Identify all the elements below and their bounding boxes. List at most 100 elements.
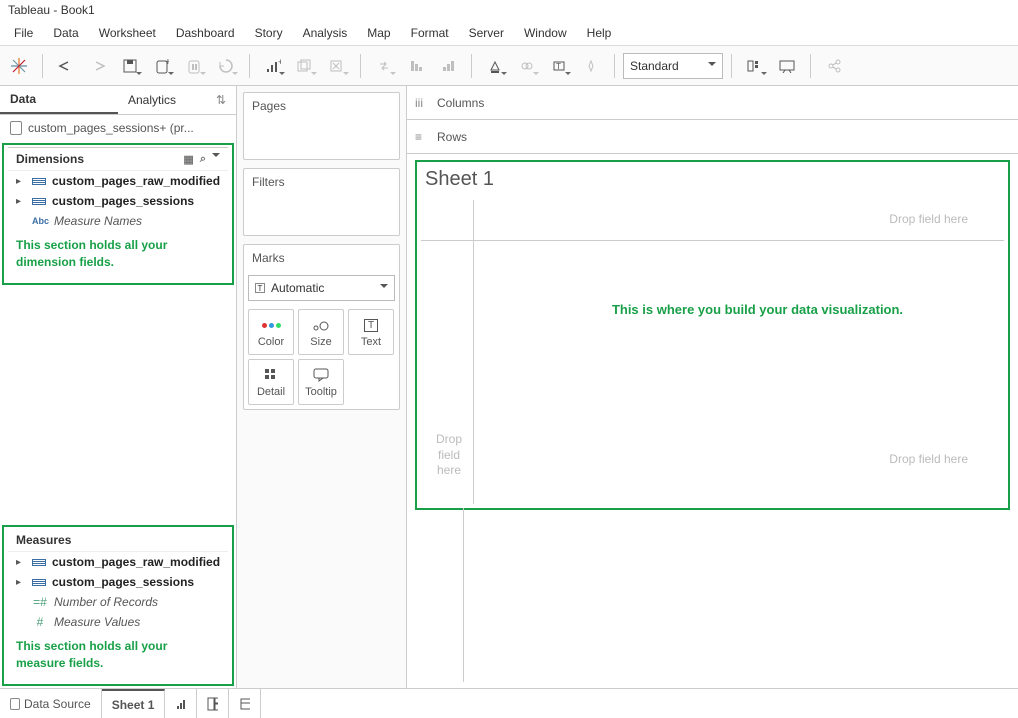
svg-text:+: + <box>165 58 169 68</box>
duplicate-button[interactable] <box>290 51 320 81</box>
rows-shelf[interactable]: ≡ Rows <box>407 120 1018 154</box>
mark-label: Text <box>361 336 381 348</box>
text-icon: T <box>364 316 378 334</box>
expand-icon: ▸ <box>16 577 26 588</box>
mark-tooltip-button[interactable]: Tooltip <box>298 359 344 405</box>
sort-asc-button[interactable] <box>401 51 431 81</box>
filters-card[interactable]: Filters <box>243 168 400 236</box>
sheet-title[interactable]: Sheet 1 <box>425 168 494 191</box>
svg-text:T: T <box>556 62 561 71</box>
field-label: custom_pages_raw_modified <box>52 555 220 569</box>
calc-hash-icon: =# <box>32 595 48 609</box>
dimensions-heading: Dimensions <box>16 152 84 166</box>
datasource-item[interactable]: custom_pages_sessions+ (pr... <box>0 115 236 141</box>
search-icon[interactable]: ⌕ <box>200 153 206 166</box>
measure-field[interactable]: ▸ custom_pages_raw_modified <box>8 552 228 572</box>
show-labels-button[interactable]: T <box>544 51 574 81</box>
refresh-button[interactable] <box>211 51 241 81</box>
share-button[interactable] <box>819 51 849 81</box>
menu-help[interactable]: Help <box>577 22 622 45</box>
measure-field[interactable]: =# Number of Records <box>8 592 228 612</box>
drop-hint-main: Drop field here <box>889 452 968 466</box>
pause-auto-updates-button[interactable] <box>179 51 209 81</box>
table-icon <box>32 198 46 204</box>
undo-button[interactable] <box>51 51 81 81</box>
dimension-field[interactable]: Abc Measure Names <box>8 211 228 231</box>
mark-label: Tooltip <box>305 386 337 398</box>
swap-icon: ⇅ <box>216 93 226 107</box>
chevron-down-icon <box>708 62 716 70</box>
save-button[interactable] <box>115 51 145 81</box>
clear-button[interactable] <box>322 51 352 81</box>
fit-select[interactable]: Standard <box>623 53 723 79</box>
sheet-tabs-bar: Data Source Sheet 1 + + + <box>0 688 1018 718</box>
field-label: custom_pages_sessions <box>52 194 194 208</box>
view-pane: iii Columns ≡ Rows Sheet 1 Drop field he… <box>407 86 1018 688</box>
menu-data[interactable]: Data <box>43 22 88 45</box>
menu-map[interactable]: Map <box>357 22 400 45</box>
viz-canvas[interactable]: Sheet 1 Drop field here Drop field here … <box>415 160 1010 510</box>
marks-type-select[interactable]: TAutomatic <box>248 275 395 301</box>
color-icon <box>261 316 282 334</box>
pages-card[interactable]: Pages <box>243 92 400 160</box>
sheet-tab[interactable]: Sheet 1 <box>102 689 166 718</box>
swap-button[interactable] <box>369 51 399 81</box>
menu-server[interactable]: Server <box>459 22 514 45</box>
fit-select-value: Standard <box>630 59 679 73</box>
marks-card: Marks TAutomatic Color Size T Text Detail… <box>243 244 400 410</box>
tab-analytics[interactable]: Analytics ⇅ <box>118 86 236 114</box>
measures-heading: Measures <box>16 533 71 547</box>
chevron-down-icon <box>380 284 388 292</box>
marks-title: Marks <box>244 245 399 271</box>
tab-data[interactable]: Data <box>0 86 118 114</box>
new-worksheet-tab-button[interactable]: + <box>165 689 197 718</box>
new-worksheet-button[interactable]: + <box>258 51 288 81</box>
new-dashboard-tab-button[interactable]: + <box>197 689 229 718</box>
new-datasource-button[interactable]: + <box>147 51 177 81</box>
field-label: custom_pages_sessions <box>52 575 194 589</box>
viz-annotation: This is where you build your data visual… <box>547 302 968 317</box>
measures-section: Measures ▸ custom_pages_raw_modified ▸ c… <box>2 525 234 686</box>
data-source-tab[interactable]: Data Source <box>0 689 102 718</box>
table-icon <box>32 559 46 565</box>
dimensions-section: Dimensions ▦ ⌕ ▸ custom_pages_raw_modifi… <box>2 143 234 285</box>
menu-window[interactable]: Window <box>514 22 577 45</box>
menu-caret-icon[interactable] <box>212 153 220 161</box>
mark-label: Detail <box>257 386 285 398</box>
dimension-field[interactable]: ▸ custom_pages_raw_modified <box>8 171 228 191</box>
highlight-button[interactable] <box>480 51 510 81</box>
cards-pane: Pages Filters Marks TAutomatic Color Siz… <box>237 86 407 688</box>
datasource-icon <box>10 121 22 135</box>
menu-format[interactable]: Format <box>401 22 459 45</box>
pin-button[interactable] <box>576 51 606 81</box>
presentation-mode-button[interactable] <box>772 51 802 81</box>
abc-icon: Abc <box>32 216 48 226</box>
new-story-tab-button[interactable]: + <box>229 689 261 718</box>
mark-color-button[interactable]: Color <box>248 309 294 355</box>
data-pane: Data Analytics ⇅ custom_pages_sessions+ … <box>0 86 237 688</box>
measure-field[interactable]: # Measure Values <box>8 612 228 632</box>
menu-analysis[interactable]: Analysis <box>293 22 358 45</box>
measure-field[interactable]: ▸ custom_pages_sessions <box>8 572 228 592</box>
mark-text-button[interactable]: T Text <box>348 309 394 355</box>
mark-size-button[interactable]: Size <box>298 309 344 355</box>
show-cards-button[interactable] <box>740 51 770 81</box>
view-grid-icon[interactable]: ▦ <box>183 153 193 166</box>
rows-icon: ≡ <box>415 130 431 144</box>
redo-button[interactable] <box>83 51 113 81</box>
datasource-label: custom_pages_sessions+ (pr... <box>28 121 194 135</box>
menu-worksheet[interactable]: Worksheet <box>89 22 166 45</box>
columns-shelf[interactable]: iii Columns <box>407 86 1018 120</box>
group-button[interactable] <box>512 51 542 81</box>
mark-detail-button[interactable]: Detail <box>248 359 294 405</box>
table-icon <box>32 579 46 585</box>
menu-story[interactable]: Story <box>245 22 293 45</box>
menu-dashboard[interactable]: Dashboard <box>166 22 245 45</box>
drop-hint-rows: Drop field here <box>429 432 469 479</box>
table-icon <box>32 178 46 184</box>
field-label: Measure Values <box>54 615 140 629</box>
sort-desc-button[interactable] <box>433 51 463 81</box>
dimension-field[interactable]: ▸ custom_pages_sessions <box>8 191 228 211</box>
menu-file[interactable]: File <box>4 22 43 45</box>
tableau-logo-icon[interactable] <box>4 51 34 81</box>
